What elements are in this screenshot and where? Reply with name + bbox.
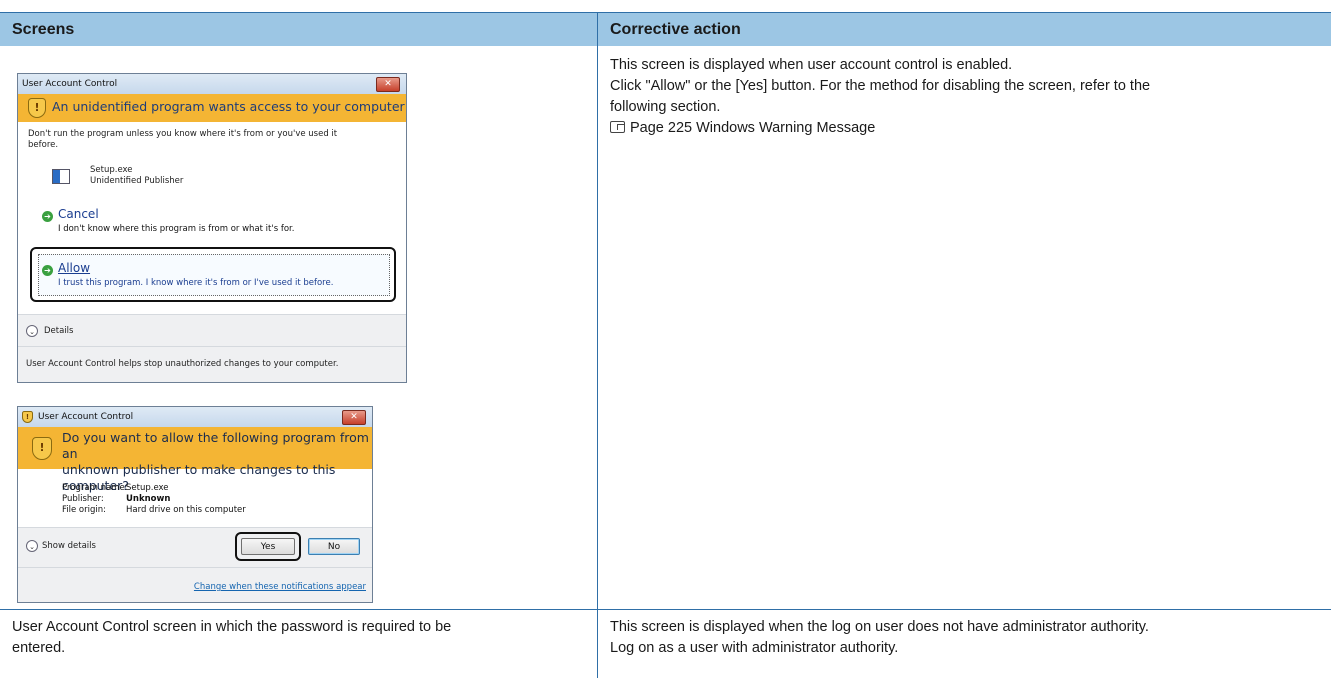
reference-icon bbox=[610, 121, 625, 133]
green-arrow-icon: ➔ bbox=[42, 211, 53, 222]
dialog2-separator bbox=[18, 527, 372, 528]
row2-screen-line1: User Account Control screen in which the… bbox=[12, 619, 452, 635]
dialog2-titlebar: User Account Control bbox=[18, 407, 372, 427]
chevron-down-icon[interactable]: ⌄ bbox=[26, 325, 38, 337]
no-button[interactable]: No bbox=[308, 538, 360, 555]
dialog1-title: User Account Control bbox=[22, 79, 118, 89]
row2-action: This screen is displayed when the log on… bbox=[610, 617, 1325, 659]
dialog1-footer-area bbox=[18, 314, 406, 382]
row2-screen-line2: entered. bbox=[12, 640, 66, 656]
allow-command[interactable]: Allow bbox=[58, 261, 90, 275]
uac-dialog-allow: User Account Control ✕ ! An unidentified… bbox=[17, 73, 407, 383]
field-label: File origin: bbox=[62, 505, 106, 515]
dialog1-publisher: Unidentified Publisher bbox=[90, 176, 184, 186]
row2-screen: User Account Control screen in which the… bbox=[12, 617, 592, 659]
notification-settings-link[interactable]: Change when these notifications appear bbox=[194, 582, 366, 592]
yes-button[interactable]: Yes bbox=[241, 538, 295, 555]
title-shield-icon: ! bbox=[22, 411, 33, 423]
dialog1-warning-banner: ! An unidentified program wants access t… bbox=[18, 94, 406, 122]
header-screens: Screens bbox=[12, 21, 75, 38]
dialog1-program: Setup.exe bbox=[90, 165, 133, 175]
column-divider bbox=[597, 12, 598, 678]
reference-link[interactable]: Page 225 Windows Warning Message bbox=[630, 120, 875, 136]
allow-command-box[interactable] bbox=[38, 254, 390, 296]
header-corrective-action: Corrective action bbox=[610, 21, 741, 38]
chevron-down-icon[interactable]: ⌄ bbox=[26, 540, 38, 552]
dialog1-banner-text: An unidentified program wants access to … bbox=[52, 99, 405, 114]
dialog1-titlebar: User Account Control bbox=[18, 74, 406, 94]
dialog1-footer-text: User Account Control helps stop unauthor… bbox=[26, 359, 339, 369]
show-details-toggle[interactable]: Show details bbox=[42, 541, 96, 551]
row1-action: This screen is displayed when user accou… bbox=[610, 55, 1325, 139]
dialog2-banner-line1: Do you want to allow the following progr… bbox=[62, 430, 369, 461]
green-arrow-icon: ➔ bbox=[42, 265, 53, 276]
row1-action-line1: This screen is displayed when user accou… bbox=[610, 57, 1013, 73]
row2-action-line1: This screen is displayed when the log on… bbox=[610, 619, 1149, 635]
cancel-command[interactable]: Cancel bbox=[58, 207, 99, 221]
dialog2-title: User Account Control bbox=[38, 412, 134, 422]
dialog1-separator bbox=[18, 314, 406, 315]
dialog1-warning-text: Don't run the program unless you know wh… bbox=[28, 129, 398, 151]
dialog1-warning-line2: before. bbox=[28, 140, 59, 150]
dialog1-warning-line1: Don't run the program unless you know wh… bbox=[28, 129, 338, 139]
row1-action-line3: following section. bbox=[610, 99, 721, 115]
row2-action-line2: Log on as a user with administrator auth… bbox=[610, 640, 899, 656]
program-icon bbox=[52, 169, 70, 184]
allow-command-desc: I trust this program. I know where it's … bbox=[58, 278, 334, 288]
dialog2-separator-2 bbox=[18, 567, 372, 568]
row-divider bbox=[0, 609, 1331, 610]
row1-reference[interactable]: Page 225 Windows Warning Message bbox=[610, 118, 1325, 139]
close-icon[interactable]: ✕ bbox=[342, 410, 366, 425]
field-label: Publisher: bbox=[62, 494, 104, 504]
details-toggle[interactable]: Details bbox=[44, 326, 73, 336]
close-icon[interactable]: ✕ bbox=[376, 77, 400, 92]
uac-dialog-yes-no: User Account Control ! ✕ ! Do you want t… bbox=[17, 406, 373, 603]
cancel-command-desc: I don't know where this program is from … bbox=[58, 224, 295, 234]
dialog1-separator-2 bbox=[18, 346, 406, 347]
dialog2-warning-banner: ! Do you want to allow the following pro… bbox=[18, 427, 372, 493]
field-value: Hard drive on this computer bbox=[126, 505, 246, 515]
table-header: Screens Corrective action bbox=[0, 12, 1331, 46]
shield-warning-icon: ! bbox=[32, 437, 52, 460]
field-value: Unknown bbox=[126, 494, 171, 504]
field-value: Setup.exe bbox=[126, 483, 169, 493]
field-label: Program name: bbox=[62, 483, 128, 493]
row1-action-line2: Click "Allow" or the [Yes] button. For t… bbox=[610, 78, 1151, 94]
shield-warning-icon: ! bbox=[28, 98, 46, 118]
